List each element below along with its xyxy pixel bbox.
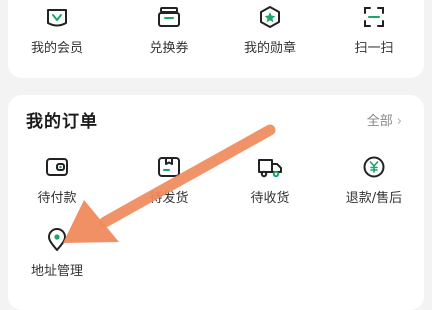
scan-label: 扫一扫 xyxy=(354,41,394,56)
pending-shipment-label: 待发货 xyxy=(149,191,189,206)
member-label: 我的会员 xyxy=(30,41,83,56)
orders-title: 我的订单 xyxy=(26,112,98,132)
pending-payment-button[interactable]: 待付款 xyxy=(5,155,109,206)
gift-box-icon xyxy=(156,5,182,29)
coupon-label: 兑换券 xyxy=(149,41,189,56)
chevron-right-icon: › xyxy=(396,114,402,129)
scan-button[interactable]: 扫一扫 xyxy=(322,5,426,56)
truck-icon xyxy=(257,155,283,179)
scan-icon xyxy=(361,5,387,29)
wallet-icon xyxy=(44,155,70,179)
address-management-label: 地址管理 xyxy=(30,264,83,279)
refund-yen-icon xyxy=(361,155,387,179)
medal-label: 我的勋章 xyxy=(243,41,296,56)
pending-receipt-label: 待收货 xyxy=(250,191,290,206)
refund-button[interactable]: 退款/售后 xyxy=(322,155,426,206)
coupon-button[interactable]: 兑换券 xyxy=(117,5,221,56)
pending-shipment-button[interactable]: 待发货 xyxy=(117,155,221,206)
refund-label: 退款/售后 xyxy=(345,191,403,206)
view-all-label: 全部 xyxy=(366,114,393,129)
address-management-button[interactable]: 地址管理 xyxy=(5,228,109,279)
crown-icon xyxy=(44,5,70,29)
member-button[interactable]: 我的会员 xyxy=(5,5,109,56)
medal-icon xyxy=(257,5,283,29)
pending-payment-label: 待付款 xyxy=(37,191,77,206)
medal-button[interactable]: 我的勋章 xyxy=(218,5,322,56)
package-icon xyxy=(156,155,182,179)
pending-receipt-button[interactable]: 待收货 xyxy=(218,155,322,206)
view-all-orders-link[interactable]: 全部 › xyxy=(367,110,402,129)
location-pin-icon xyxy=(44,228,70,252)
